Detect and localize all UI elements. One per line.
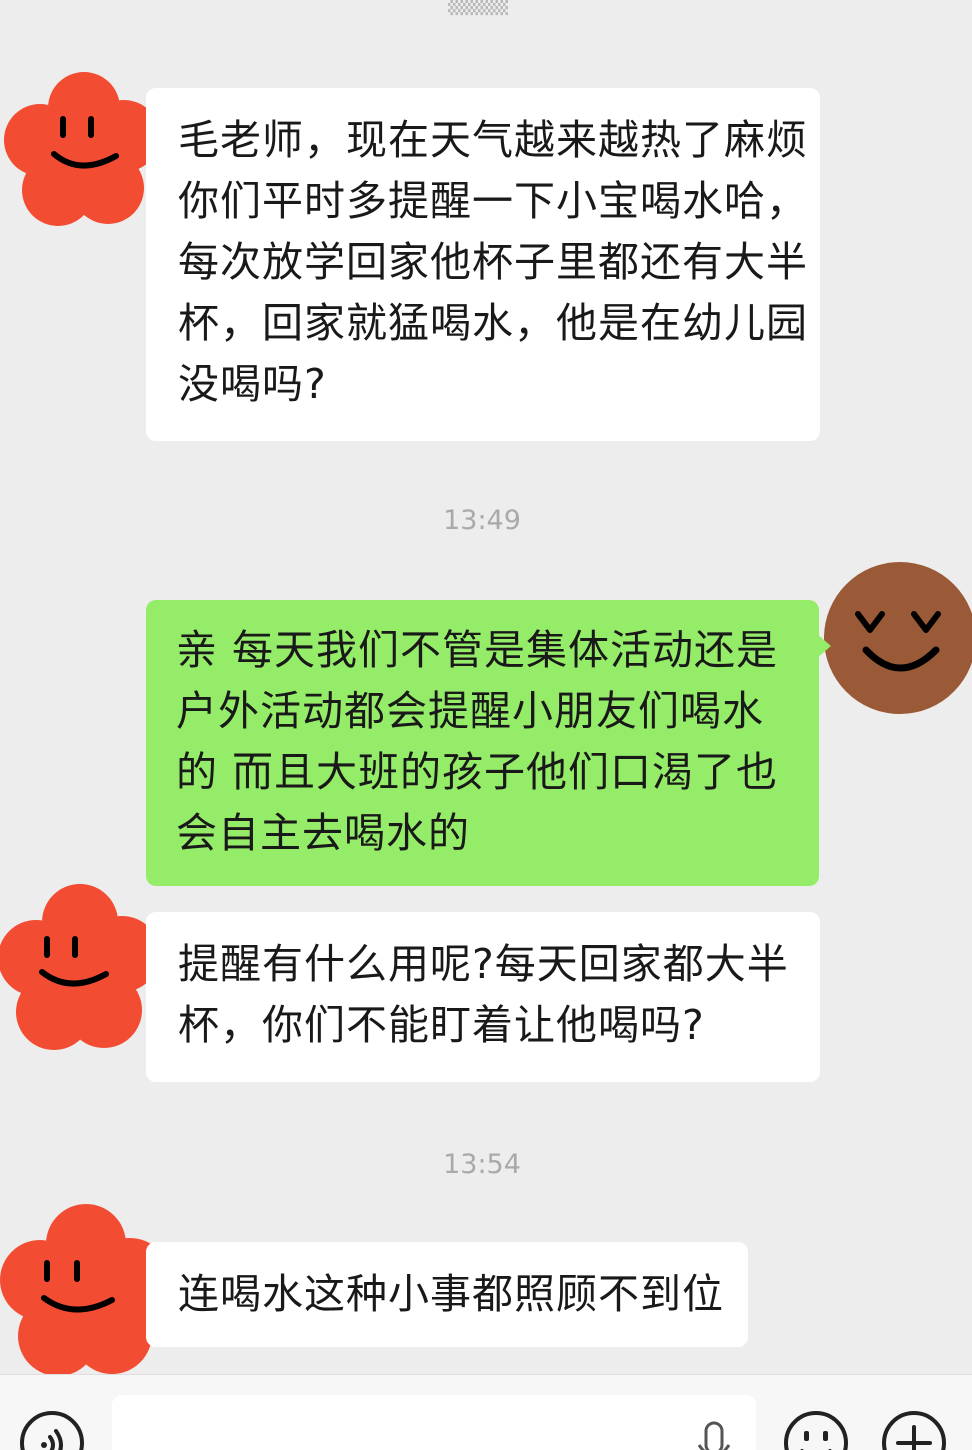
brown-laughing-face-icon [824,562,972,714]
message-text-line: 没喝吗? [178,360,327,408]
message-text-line: 的 而且大班的孩子他们口渴了也 [176,748,779,796]
message-text-line: 杯，你们不能盯着让他喝吗? [178,1001,705,1049]
message-text-line: 亲 每天我们不管是集体活动还是 [176,626,779,674]
contact-avatar[interactable] [0,64,168,232]
received-message-bubble[interactable]: 提醒有什么用呢?每天回家都大半 杯，你们不能盯着让他喝吗? [146,912,820,1082]
message-text-line: 提醒有什么用呢?每天回家都大半 [178,940,789,988]
voice-input-icon[interactable] [18,1409,86,1450]
message-input[interactable] [112,1395,756,1450]
message-text-line: 连喝水这种小事都照顾不到位 [178,1270,724,1318]
message-timestamp: 13:54 [443,1149,521,1180]
microphone-icon[interactable] [694,1421,734,1450]
message-text-line: 毛老师，现在天气越来越热了麻烦 [178,116,808,164]
my-avatar[interactable] [824,562,972,714]
received-message-bubble[interactable]: 毛老师，现在天气越来越热了麻烦 你们平时多提醒一下小宝喝水哈， 每次放学回家他杯… [146,88,820,441]
message-text-line: 杯，回家就猛喝水，他是在幼儿园 [178,299,808,347]
plus-icon[interactable] [880,1409,948,1450]
message-text-line: 户外活动都会提醒小朋友们喝水 [176,687,764,735]
top-cropped-content: ▒▒▒ [448,0,508,16]
input-toolbar [0,1374,972,1450]
contact-avatar[interactable] [0,878,164,1056]
red-flower-smiley-icon [0,1204,170,1376]
message-text-line: 你们平时多提醒一下小宝喝水哈， [178,177,808,225]
red-flower-smiley-icon [0,884,160,1050]
chat-window: ▒▒▒ 毛老师，现在天气越来越热了麻烦 你们平时多提醒一下小宝喝水哈， 每次放学… [0,0,972,1450]
red-flower-smiley-icon [4,72,160,226]
message-timestamp: 13:49 [443,505,521,536]
message-text-line: 会自主去喝水的 [176,809,470,857]
emoji-icon[interactable] [782,1409,850,1450]
message-text-line: 每次放学回家他杯子里都还有大半 [178,238,808,286]
sent-message-bubble[interactable]: 亲 每天我们不管是集体活动还是 户外活动都会提醒小朋友们喝水 的 而且大班的孩子… [146,600,831,886]
received-message-bubble[interactable]: 连喝水这种小事都照顾不到位 [146,1242,748,1347]
